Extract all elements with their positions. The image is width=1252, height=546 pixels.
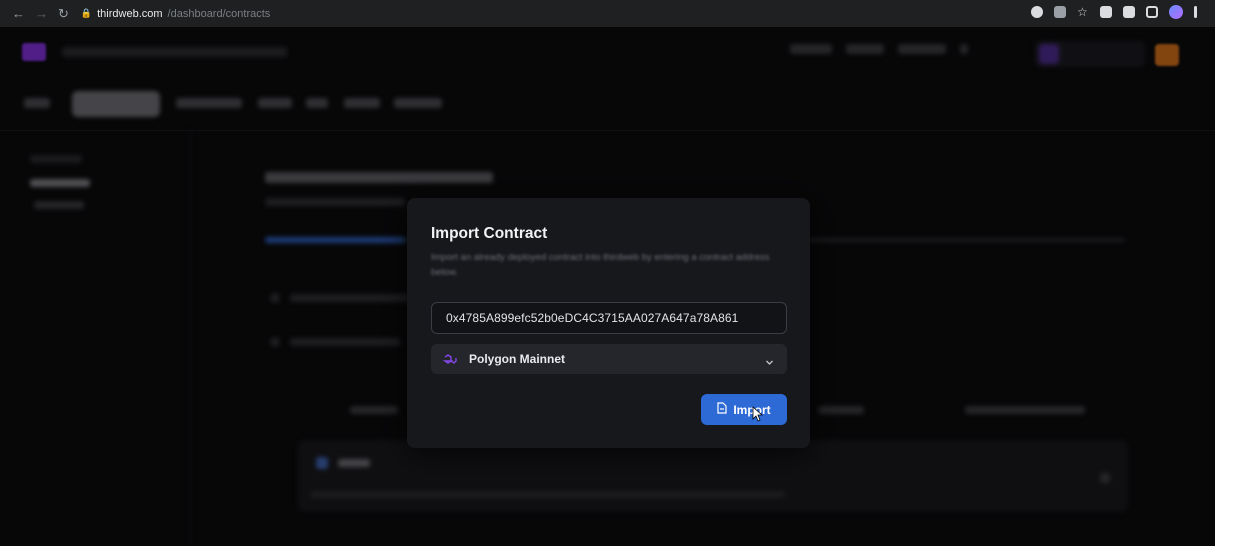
- browser-nav: ← → ↻: [0, 6, 69, 22]
- network-select[interactable]: Polygon Mainnet: [431, 344, 787, 374]
- sidepanel-icon[interactable]: [1146, 6, 1158, 18]
- mouse-cursor-icon: [752, 406, 764, 422]
- browser-window: ← → ↻ 🔒 thirdweb.com /dashboard/contract…: [0, 0, 1215, 546]
- share-icon[interactable]: [1054, 6, 1066, 18]
- puzzle-icon[interactable]: [1123, 6, 1135, 18]
- extensions-area: ☆: [1031, 5, 1197, 19]
- google-lens-icon[interactable]: [1031, 6, 1043, 18]
- url-host: thirdweb.com: [97, 7, 163, 20]
- reload-icon[interactable]: ↻: [58, 6, 69, 22]
- chevron-down-icon: [766, 353, 773, 365]
- modal-title: Import Contract: [431, 225, 548, 242]
- lock-icon: 🔒: [80, 8, 93, 18]
- browser-toolbar: ← → ↻ 🔒 thirdweb.com /dashboard/contract…: [0, 0, 1215, 27]
- profile-avatar[interactable]: [1169, 5, 1183, 19]
- import-icon: [717, 402, 727, 417]
- url-path: /dashboard/contracts: [167, 7, 271, 20]
- address-bar[interactable]: 🔒 thirdweb.com /dashboard/contracts: [81, 8, 270, 20]
- extension-icon[interactable]: [1100, 6, 1112, 18]
- import-button[interactable]: Import: [701, 394, 787, 425]
- contract-address-input[interactable]: [431, 302, 787, 334]
- network-label: Polygon Mainnet: [469, 352, 565, 366]
- modal-description: Import an already deployed contract into…: [431, 252, 770, 278]
- star-icon[interactable]: ☆: [1077, 6, 1089, 18]
- kebab-menu-icon[interactable]: [1194, 6, 1197, 18]
- polygon-icon: [443, 352, 457, 366]
- back-icon[interactable]: ←: [12, 6, 25, 22]
- forward-icon[interactable]: →: [35, 6, 48, 22]
- import-contract-modal: Import Contract Import an already deploy…: [407, 198, 810, 448]
